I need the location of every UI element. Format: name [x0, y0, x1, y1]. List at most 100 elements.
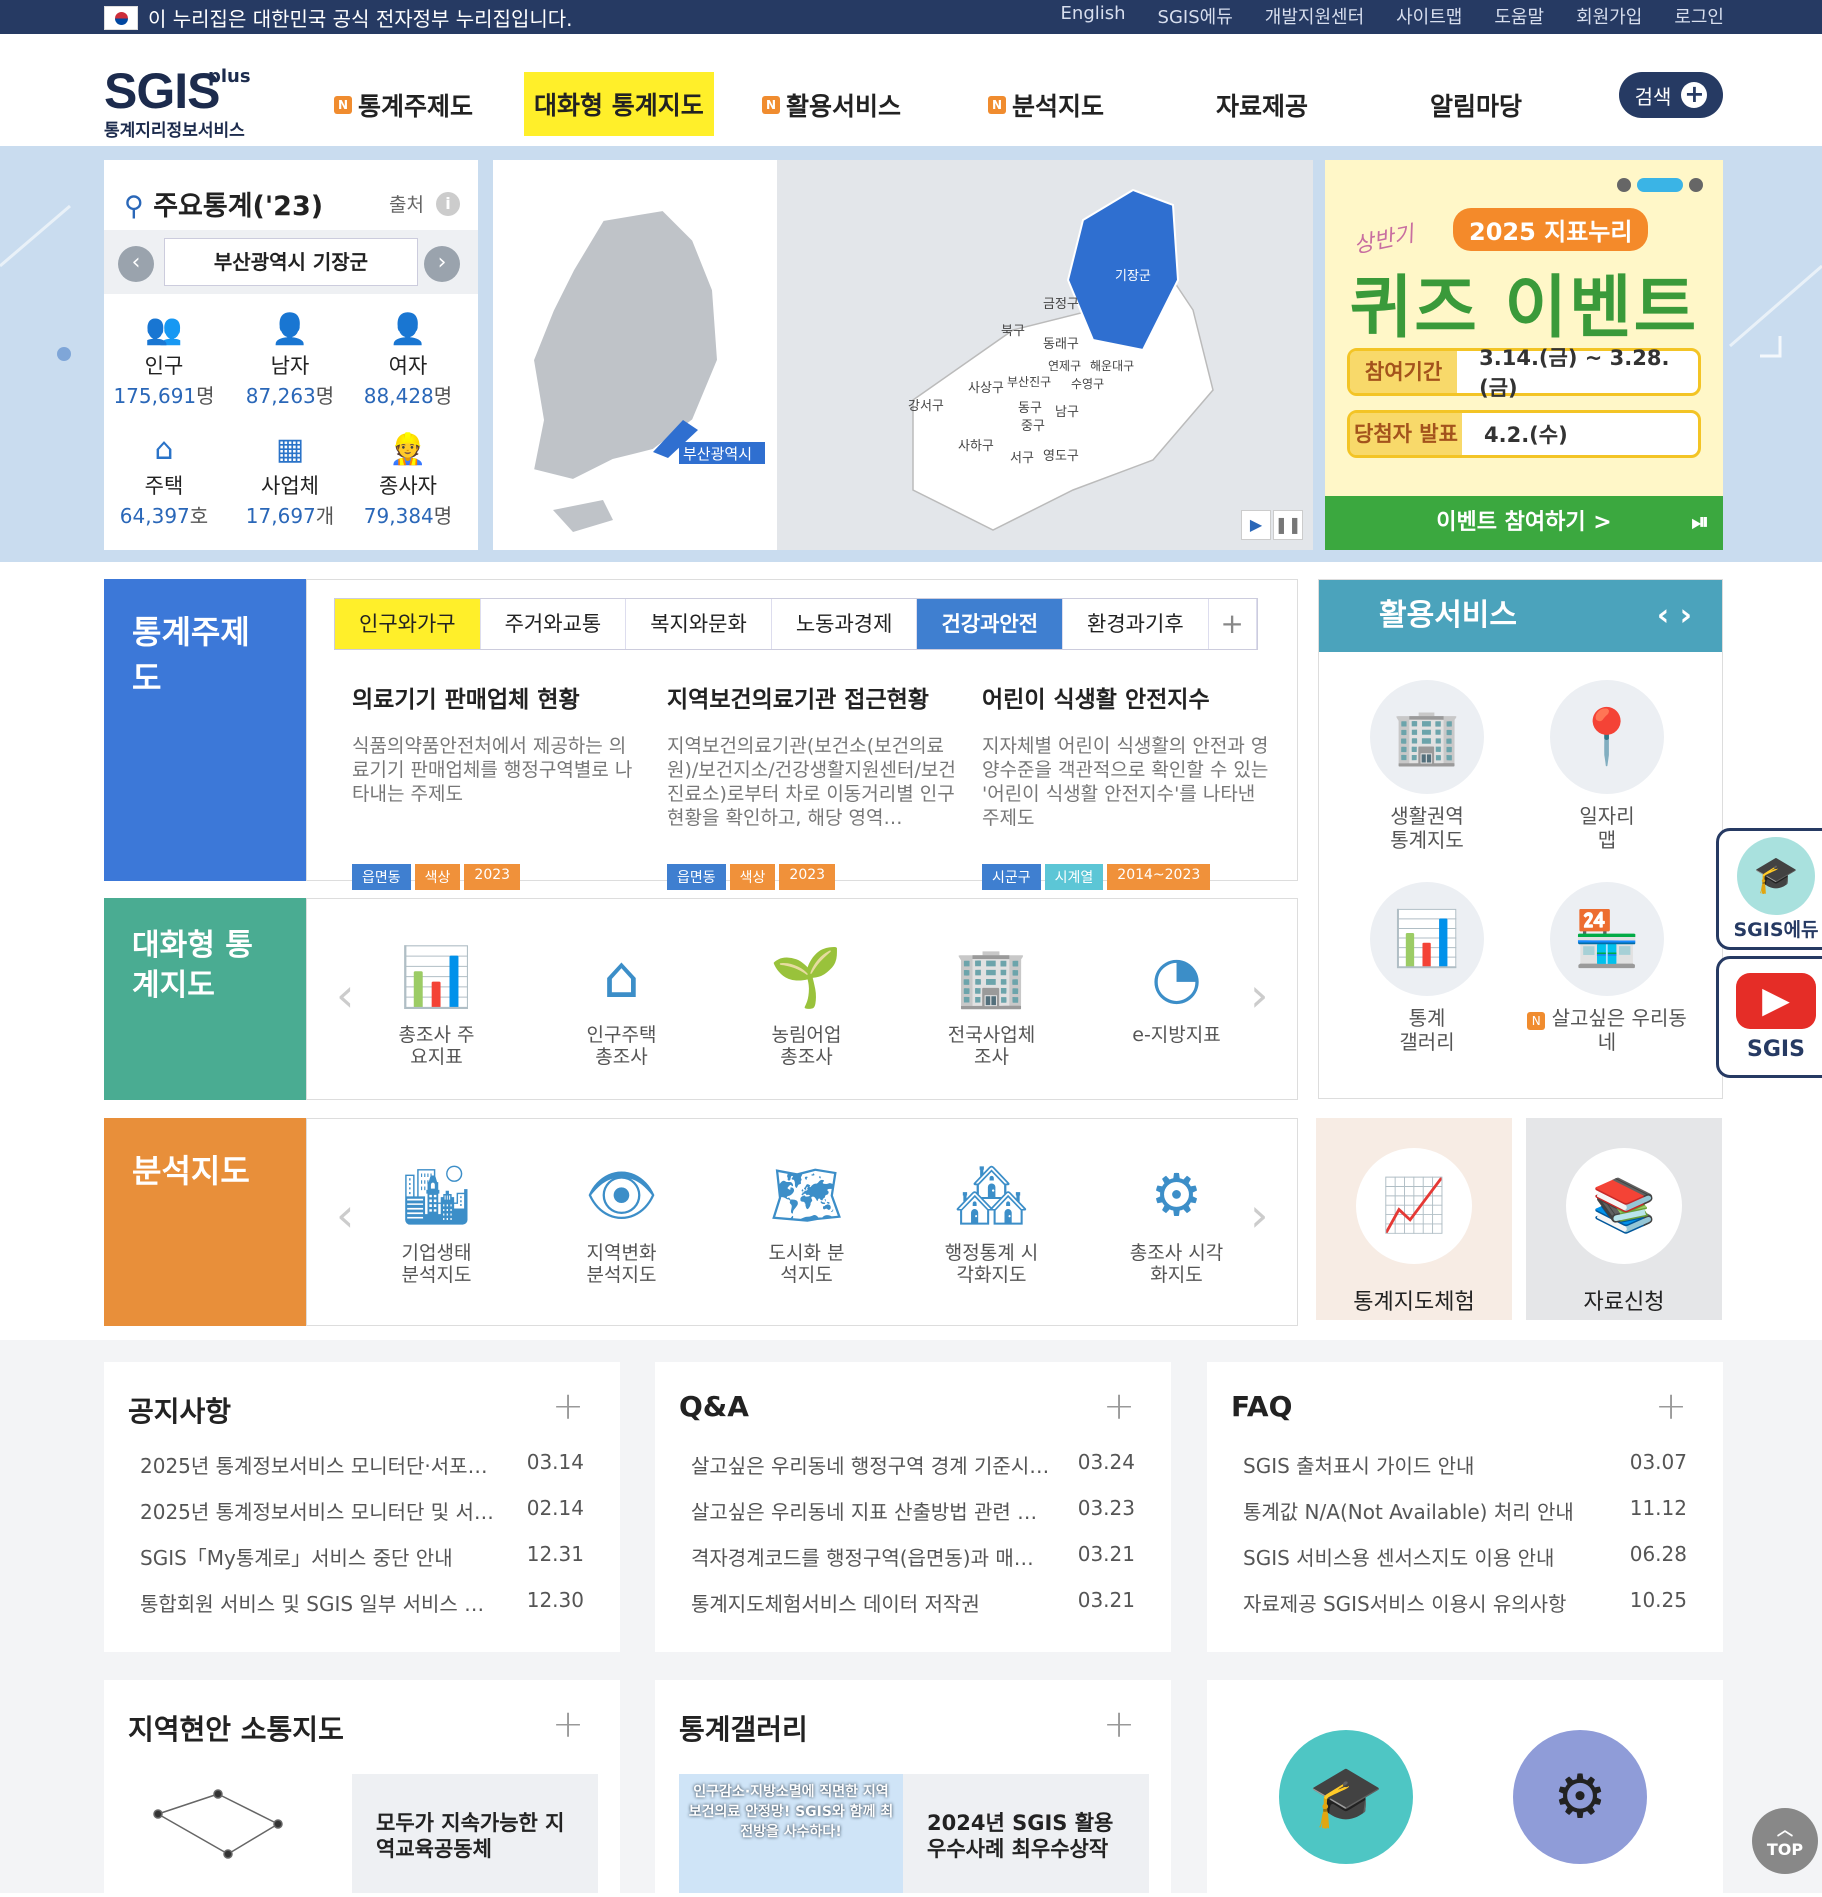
event-banner[interactable]: 상반기 2025 지표누리 퀴즈 이벤트 참여기간 3.14.(금) ~ 3.28…	[1325, 160, 1723, 550]
item-agriculture[interactable]: 🌱 농림어업 총조사	[714, 932, 899, 1068]
tag: 시군구	[982, 864, 1041, 890]
service-living-area[interactable]: 🏢 생활권역 통계지도	[1347, 680, 1507, 852]
nav-data[interactable]: 자료제공	[1216, 74, 1308, 136]
item-business-survey[interactable]: 🏢 전국사업체 조사	[899, 932, 1084, 1068]
event-join-button[interactable]: 이벤트 참여하기 > ⏯	[1325, 496, 1723, 550]
sgis-youtube-floating-button[interactable]: ▶ SGIS	[1716, 956, 1822, 1078]
carousel-dot[interactable]	[1689, 178, 1703, 192]
tab-welfare[interactable]: 복지와문화	[626, 599, 772, 649]
info-icon[interactable]: i	[436, 191, 460, 216]
board-row[interactable]: SGIS 서비스용 센서스지도 이용 안내 06.28	[1243, 1542, 1687, 1588]
community-card[interactable]: 모두가 지속가능한 지역교육공동체	[128, 1774, 598, 1893]
stat-unit: 개	[315, 504, 335, 528]
analysis-map-items: 🏙 기업생태 분석지도 👁 지역변화 분석지도 🗺 도시화 분석지도 🏘 행정통계 시각…	[344, 1150, 1269, 1286]
board-row[interactable]: 통합회원 서비스 및 SGIS 일부 서비스 일… 12.30	[140, 1588, 584, 1634]
nav-notice[interactable]: 알림마당	[1430, 74, 1522, 136]
item-label: 지역변화 분석지도	[586, 1242, 657, 1286]
service-job-map[interactable]: 📍 일자리 맵	[1527, 680, 1687, 852]
service-gallery[interactable]: 📊 통계 갤러리	[1347, 882, 1507, 1054]
item-census-visual[interactable]: ⚙ 총조사 시각화지도	[1084, 1150, 1269, 1286]
interactive-map-label[interactable]: 대화형 통계지도	[104, 898, 306, 1100]
tab-environment[interactable]: 환경과기후	[1063, 599, 1209, 649]
play-button[interactable]: ▶	[1241, 510, 1271, 540]
carousel-dot[interactable]	[1617, 178, 1631, 192]
link-english[interactable]: English	[1061, 3, 1126, 29]
link-login[interactable]: 로그인	[1674, 3, 1724, 29]
board-row[interactable]: 통계지도체험서비스 데이터 저작권 03.21	[691, 1588, 1135, 1634]
item-population-housing[interactable]: ⌂ 인구주택 총조사	[529, 932, 714, 1068]
tab-health[interactable]: 건강과안전	[917, 599, 1064, 649]
next-region-button[interactable]: ›	[424, 246, 460, 282]
board-row[interactable]: 살고싶은 우리동네 행정구역 경계 기준시… 03.24	[691, 1450, 1135, 1496]
theme-card[interactable]: 어린이 식생활 안전지수 지자체별 어린이 식생활의 안전과 영양수준을 객관적…	[982, 680, 1272, 890]
board-row[interactable]: 2025년 통계정보서비스 모니터단·서포… 03.14	[140, 1450, 584, 1496]
map-experience-box[interactable]: 📈 통계지도체험	[1316, 1118, 1512, 1320]
item-e-local-indicator[interactable]: ◔ e-지방지표	[1084, 932, 1269, 1068]
gallery-text: 2024년 SGIS 활용 우수사례 최우수상작	[927, 1811, 1114, 1861]
stats-source[interactable]: 출처 i	[389, 190, 460, 217]
pause-button[interactable]: ❚❚	[1273, 510, 1303, 540]
nav-analysis-map[interactable]: N 분석지도	[988, 74, 1104, 136]
graduation-head-icon[interactable]: 🎓	[1279, 1730, 1413, 1864]
row-date: 03.21	[1077, 1542, 1135, 1566]
link-signup[interactable]: 회원가입	[1576, 3, 1642, 29]
urban-icon: 🗺	[769, 1161, 844, 1229]
nav-services[interactable]: N 활용서비스	[762, 74, 901, 136]
board-row[interactable]: SGIS 출처표시 가이드 안내 03.07	[1243, 1450, 1687, 1496]
theme-map-label[interactable]: 통계주제도	[104, 579, 306, 881]
theme-card[interactable]: 의료기기 판매업체 현황 식품의약품안전처에서 제공하는 의료기기 판매업체를 …	[352, 680, 642, 890]
map-label-geumjeong: 금정구	[1043, 297, 1079, 312]
carousel-dot-active[interactable]	[1637, 178, 1683, 192]
more-plus-icon[interactable]: +	[1103, 1702, 1135, 1746]
tab-housing[interactable]: 주거와교통	[480, 599, 627, 649]
link-help[interactable]: 도움말	[1494, 3, 1544, 29]
data-request-box[interactable]: 📚 자료신청	[1526, 1118, 1722, 1320]
gallery-card[interactable]: 인구감소·지방소멸에 직면한 지역 보건의료 안정망! SGIS와 함께 최전방…	[679, 1774, 1149, 1893]
link-sitemap[interactable]: 사이트맵	[1396, 3, 1462, 29]
region-map[interactable]: 부산광역시 기장군 금정구 북구 동래구 연제구 해운대구 사상구 부산진구 수…	[493, 160, 1313, 550]
theme-card[interactable]: 지역보건의료기관 접근현황 지역보건의료기관(보건소(보건의료원)/보건지소/건…	[667, 680, 957, 890]
services-arrows-icon[interactable]: ‹ ›	[1657, 580, 1692, 652]
more-plus-icon[interactable]: +	[552, 1384, 584, 1428]
search-button[interactable]: 검색 +	[1619, 72, 1723, 118]
item-census-indicators[interactable]: 📊 총조사 주요지표	[344, 932, 529, 1068]
board-row[interactable]: 격자경계코드를 행정구역(읍면동)과 매… 03.21	[691, 1542, 1135, 1588]
analysis-map-label[interactable]: 분석지도	[104, 1118, 306, 1326]
more-plus-icon[interactable]: +	[1103, 1384, 1135, 1428]
prev-region-button[interactable]: ‹	[118, 246, 154, 282]
new-badge: N	[334, 96, 352, 114]
more-plus-icon[interactable]: +	[1655, 1384, 1687, 1428]
item-label: e-지방지표	[1132, 1024, 1221, 1046]
stat-value: 64,397호	[104, 500, 224, 529]
nav-theme-map[interactable]: N 통계주제도	[334, 74, 473, 136]
monitor-gear-icon[interactable]: ⚙	[1513, 1730, 1647, 1864]
sgis-logo[interactable]: SGIS plus 통계지리정보서비스	[104, 62, 251, 141]
item-region-change[interactable]: 👁 지역변화 분석지도	[529, 1150, 714, 1286]
scroll-top-button[interactable]: ︿ TOP	[1752, 1808, 1818, 1874]
tab-population[interactable]: 인구와가구	[335, 599, 481, 649]
board-row[interactable]: SGIS「My통계로」서비스 중단 안내 12.31	[140, 1542, 584, 1588]
tab-labor[interactable]: 노동과경제	[771, 599, 918, 649]
board-row[interactable]: 살고싶은 우리동네 지표 산출방법 관련 … 03.23	[691, 1496, 1135, 1542]
tab-more[interactable]: +	[1208, 599, 1257, 649]
service-my-neighborhood[interactable]: 🏪 N 살고싶은 우리동네	[1527, 882, 1687, 1054]
board-row[interactable]: 통계값 N/A(Not Available) 처리 안내 11.12	[1243, 1496, 1687, 1542]
more-plus-icon[interactable]: +	[552, 1702, 584, 1746]
nav-interactive-map[interactable]: 대화형 통계지도	[524, 72, 714, 136]
source-label: 출처	[389, 194, 424, 216]
sgis-edu-floating-button[interactable]: 🎓 SGIS에듀	[1716, 828, 1822, 950]
event-row-value: 4.2.(수)	[1484, 423, 1568, 447]
link-dev-center[interactable]: 개발지원센터	[1265, 3, 1364, 29]
board-row[interactable]: 자료제공 SGIS서비스 이용시 유의사항 10.25	[1243, 1588, 1687, 1634]
stats-title: ⚲ 주요통계('23)	[124, 184, 323, 223]
tag: 읍면동	[352, 864, 411, 890]
section-label: 통계주제도	[132, 613, 250, 697]
item-urbanization[interactable]: 🗺 도시화 분석지도	[714, 1150, 899, 1286]
board-row[interactable]: 2025년 통계정보서비스 모니터단 및 서… 02.14	[140, 1496, 584, 1542]
link-sgis-edu[interactable]: SGIS에듀	[1158, 3, 1233, 29]
gov-banner-bar: 이 누리집은 대한민국 공식 전자정부 누리집입니다. English SGIS…	[0, 0, 1822, 34]
item-enterprise[interactable]: 🏙 기업생태 분석지도	[344, 1150, 529, 1286]
item-admin-stat[interactable]: 🏘 행정통계 시각화지도	[899, 1150, 1084, 1286]
gov-banner-text: 이 누리집은 대한민국 공식 전자정부 누리집입니다.	[148, 7, 573, 31]
play-pause-icon[interactable]: ⏯	[1691, 496, 1709, 550]
